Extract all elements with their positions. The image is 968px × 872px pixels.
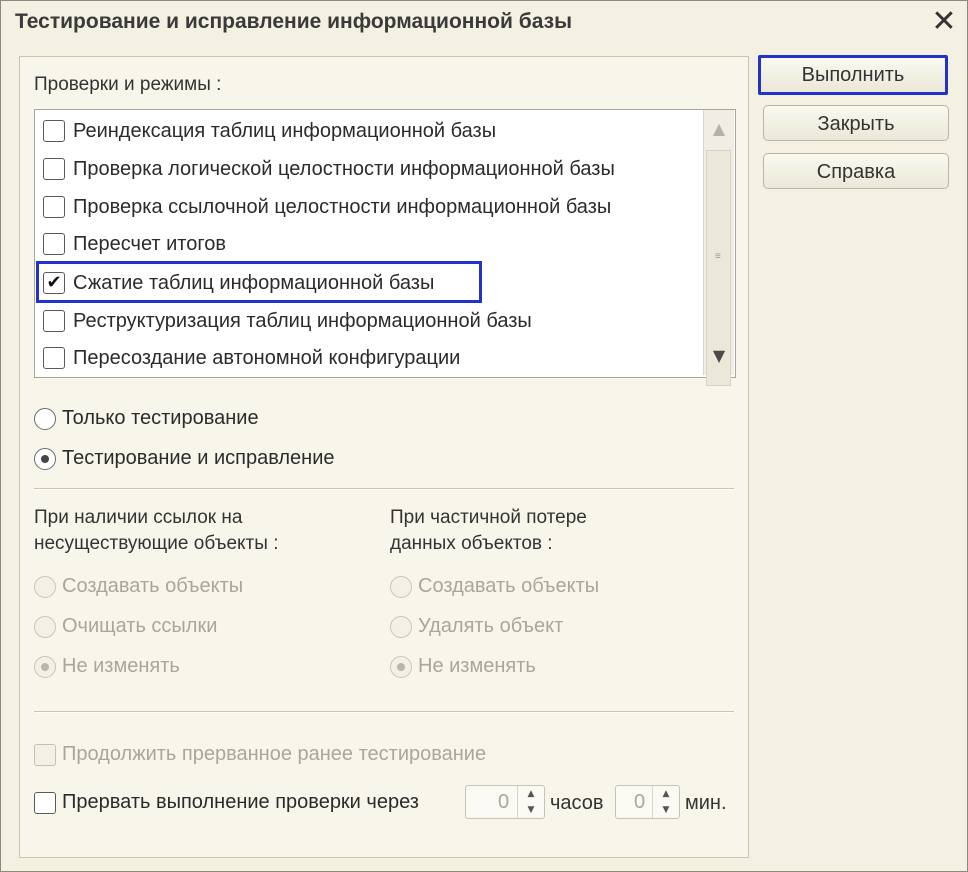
- continue-label: Продолжить прерванное ранее тестирование: [62, 743, 487, 765]
- check-item-restructure[interactable]: Реструктуризация таблиц информационной б…: [43, 306, 703, 336]
- refs-no-change[interactable]: Не изменять: [34, 655, 180, 678]
- radio-button[interactable]: [390, 615, 412, 638]
- check-item-totals[interactable]: Пересчет итогов: [43, 229, 703, 259]
- close-icon[interactable]: ✕: [929, 7, 959, 37]
- partial-label-line1: При частичной потере: [390, 507, 587, 528]
- checks-list[interactable]: Реиндексация таблиц информационной базы …: [34, 109, 736, 378]
- radio-button[interactable]: [390, 575, 412, 598]
- check-item-recreate[interactable]: Пересоздание автономной конфигурации: [43, 343, 703, 373]
- checkbox[interactable]: [43, 310, 65, 332]
- radio-label: Создавать объекты: [62, 575, 244, 597]
- refs-label-line1: При наличии ссылок на: [34, 507, 243, 528]
- checks-label: Проверки и режимы :: [34, 74, 222, 95]
- checkbox[interactable]: [43, 158, 65, 180]
- radio-button[interactable]: [34, 615, 56, 638]
- close-button[interactable]: Закрыть: [763, 105, 949, 141]
- check-item-label: Реструктуризация таблиц информационной б…: [73, 309, 532, 332]
- radio-button[interactable]: [34, 575, 56, 598]
- window-title: Тестирование и исправление информационно…: [15, 10, 573, 33]
- continue-testing[interactable]: Продолжить прерванное ранее тестирование: [34, 743, 486, 766]
- scroll-up-icon[interactable]: ▲: [704, 114, 734, 144]
- run-button[interactable]: Выполнить: [758, 55, 948, 95]
- hours-value: 0: [498, 791, 510, 813]
- check-item-label: Проверка ссылочной целостности информаци…: [73, 195, 612, 218]
- mode-test-and-fix[interactable]: Тестирование и исправление: [34, 447, 335, 470]
- check-item-reindex[interactable]: Реиндексация таблиц информационной базы: [43, 116, 703, 146]
- radio-button-selected[interactable]: [390, 655, 412, 678]
- checkbox[interactable]: [43, 347, 65, 369]
- radio-label: Только тестирование: [62, 407, 259, 429]
- check-item-label: Пересоздание автономной конфигурации: [73, 346, 461, 369]
- radio-button[interactable]: [34, 407, 56, 430]
- partial-no-change[interactable]: Не изменять: [390, 655, 536, 678]
- radio-label: Очищать ссылки: [62, 615, 218, 637]
- title-bar: Тестирование и исправление информационно…: [1, 1, 967, 45]
- separator: [34, 711, 734, 713]
- interrupt-check[interactable]: Прервать выполнение проверки через: [34, 791, 419, 814]
- radio-button-selected[interactable]: [34, 655, 56, 678]
- check-item-reference[interactable]: Проверка ссылочной целостности информаци…: [43, 192, 703, 222]
- mode-test-only[interactable]: Только тестирование: [34, 407, 259, 430]
- minutes-stepper[interactable]: 0 ▲ ▼: [615, 785, 680, 819]
- check-item-label: Реиндексация таблиц информационной базы: [73, 119, 497, 142]
- radio-label: Удалять объект: [418, 615, 564, 637]
- checkbox[interactable]: [43, 196, 65, 218]
- check-item-logical[interactable]: Проверка логической целостности информац…: [43, 154, 703, 184]
- highlight-box: [36, 261, 482, 303]
- radio-label: Не изменять: [62, 655, 180, 677]
- hours-stepper[interactable]: 0 ▲ ▼: [465, 785, 545, 819]
- interrupt-label: Прервать выполнение проверки через: [62, 791, 419, 813]
- radio-label: Не изменять: [418, 655, 536, 677]
- check-item-label: Пересчет итогов: [73, 232, 226, 255]
- partial-delete-object[interactable]: Удалять объект: [390, 615, 563, 638]
- hours-unit: часов: [550, 792, 604, 814]
- stepper-arrows-icon[interactable]: ▲ ▼: [517, 786, 544, 818]
- radio-button-selected[interactable]: [34, 447, 56, 470]
- stepper-arrows-icon[interactable]: ▲ ▼: [652, 786, 679, 818]
- radio-label: Создавать объекты: [418, 575, 600, 597]
- list-scrollbar[interactable]: ≡ ▲ ▼: [703, 110, 734, 386]
- separator: [34, 488, 734, 490]
- radio-label: Тестирование и исправление: [62, 447, 335, 469]
- checkbox[interactable]: [34, 791, 56, 814]
- checkbox[interactable]: [43, 233, 65, 255]
- scroll-down-icon[interactable]: ▼: [704, 341, 734, 371]
- minutes-value: 0: [634, 791, 646, 813]
- help-button[interactable]: Справка: [763, 153, 949, 189]
- partial-create-objects[interactable]: Создавать объекты: [390, 575, 599, 598]
- partial-label-line2: данных объектов :: [390, 533, 553, 554]
- check-item-label: Проверка логической целостности информац…: [73, 157, 615, 180]
- refs-create-objects[interactable]: Создавать объекты: [34, 575, 243, 598]
- minutes-unit: мин.: [685, 792, 727, 814]
- grip-icon: ≡: [715, 251, 721, 262]
- checkbox[interactable]: [43, 120, 65, 142]
- refs-clear-links[interactable]: Очищать ссылки: [34, 615, 217, 638]
- dialog-window: Тестирование и исправление информационно…: [0, 0, 968, 872]
- refs-label-line2: несуществующие объекты :: [34, 533, 279, 554]
- checkbox[interactable]: [34, 743, 56, 766]
